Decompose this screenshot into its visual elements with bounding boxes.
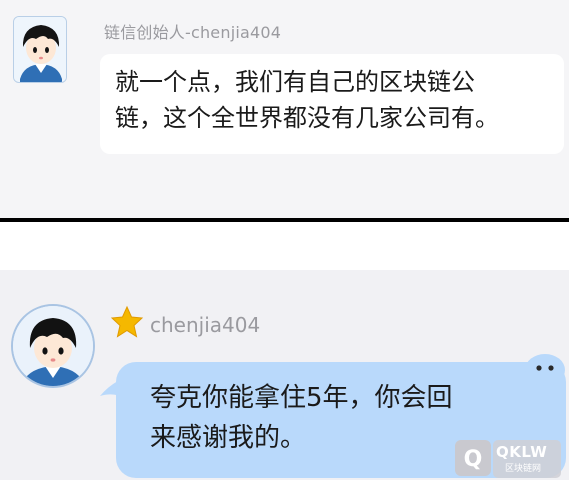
message-line: 夸克你能拿住5年，你会回 xyxy=(150,383,453,413)
divider-gap xyxy=(0,222,569,270)
message-line: 就一个点，我们有自己的区块链公 xyxy=(115,68,475,96)
watermark-text: QKLW xyxy=(496,443,548,461)
star-icon xyxy=(110,305,144,338)
avatar-icon[interactable] xyxy=(11,304,95,388)
message-bubble[interactable]: 就一个点，我们有自己的区块链公 链，这个全世界都没有几家公司有。 xyxy=(100,54,564,154)
bubble-ear-icon xyxy=(525,354,565,386)
watermark-subtext: 区块链网 xyxy=(505,464,542,474)
message-line: 链，这个全世界都没有几家公司有。 xyxy=(115,104,499,132)
sender-name: chenjia404 xyxy=(150,313,261,337)
svg-text:Q: Q xyxy=(464,447,483,472)
avatar-icon[interactable] xyxy=(13,16,67,83)
sender-name: 链信创始人-chenjia404 xyxy=(104,23,282,42)
